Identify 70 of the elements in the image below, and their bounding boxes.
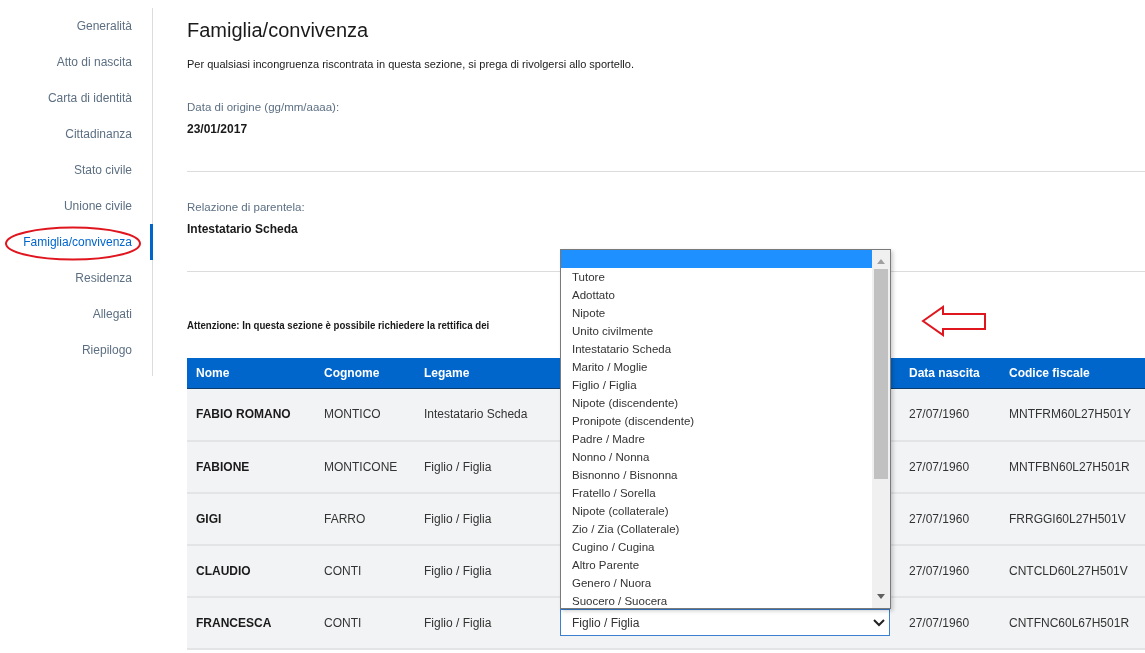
table-cell: 27/07/1960 — [900, 388, 1000, 441]
dropdown-option[interactable]: Marito / Moglie — [561, 358, 872, 376]
sidebar-item[interactable]: Generalità — [0, 8, 152, 44]
relation-select[interactable]: Figlio / Figlia — [560, 609, 890, 636]
table-cell: MONTICO — [315, 388, 415, 441]
sidebar-item[interactable]: Stato civile — [0, 152, 152, 188]
sidebar-item[interactable]: Atto di nascita — [0, 44, 152, 80]
table-cell: 27/07/1960 — [900, 596, 1000, 649]
dropdown-option[interactable]: Nonno / Nonna — [561, 448, 872, 466]
dropdown-option[interactable] — [561, 250, 872, 268]
page-title: Famiglia/convivenza — [187, 18, 370, 42]
warning-text: Attenzione: In questa sezione è possibile richiedere la rettifica dei — [187, 317, 490, 333]
table-cell: 27/07/1960 — [900, 492, 1000, 545]
field-label: Relazione di parentela: — [187, 199, 306, 215]
table-cell: FABIONE — [187, 440, 315, 493]
sidebar-item[interactable]: Allegati — [0, 296, 152, 332]
dropdown-option[interactable]: Pronipote (discendente) — [561, 412, 872, 430]
field-value: Intestatario Scheda — [187, 220, 298, 238]
dropdown-option[interactable]: Nipote (discendente) — [561, 394, 872, 412]
sidebar-item[interactable]: Cittadinanza — [0, 116, 152, 152]
sidebar-item[interactable]: Famiglia/convivenza — [0, 224, 152, 260]
sidebar-item[interactable]: Residenza — [0, 260, 152, 296]
dropdown-option[interactable]: Genero / Nuora — [561, 574, 872, 592]
dropdown-option[interactable]: Tutore — [561, 268, 872, 286]
table-cell: 27/07/1960 — [900, 440, 1000, 493]
sidebar-item[interactable]: Unione civile — [0, 188, 152, 224]
table-cell: Figlio / Figlia — [415, 492, 560, 545]
dropdown-option[interactable]: Figlio / Figlia — [561, 376, 872, 394]
dropdown-option[interactable]: Nipote — [561, 304, 872, 322]
table-cell: FRRGGI60L27H501V — [1000, 492, 1145, 545]
dropdown-option[interactable]: Bisnonno / Bisnonna — [561, 466, 872, 484]
dropdown-option[interactable]: Nipote (collaterale) — [561, 502, 872, 520]
table-cell: Figlio / Figlia — [415, 544, 560, 597]
table-cell: Intestatario Scheda — [415, 388, 560, 441]
field-label: Data di origine (gg/mm/aaaa): — [187, 99, 341, 115]
dropdown-option[interactable]: Adottato — [561, 286, 872, 304]
table-cell: MNTFRM60L27H501Y — [1000, 388, 1145, 441]
table-cell: 27/07/1960 — [900, 544, 1000, 597]
table-cell: FARRO — [315, 492, 415, 545]
column-header: Data nascita — [900, 357, 1000, 389]
sidebar-item[interactable]: Riepilogo — [0, 332, 152, 368]
table-cell: Figlio / Figlia — [415, 596, 560, 649]
dropdown-option[interactable]: Suocero / Suocera — [561, 592, 872, 610]
table-cell: CNTCLD60L27H501V — [1000, 544, 1145, 597]
column-header: Nome — [187, 357, 315, 389]
table-cell: CNTFNC60L67H501R — [1000, 596, 1145, 649]
dropdown-option[interactable]: Padre / Madre — [561, 430, 872, 448]
arrow-icon — [921, 305, 987, 337]
table-cell: MONTICONE — [315, 440, 415, 493]
notice-text: Per qualsiasi incongruenza riscontrata in questa sezione, si prega di rivolgersi allo sportello. — [187, 57, 635, 72]
sidebar-item[interactable]: Carta di identità — [0, 80, 152, 116]
table-cell: GIGI — [187, 492, 315, 545]
table-cell: CLAUDIO — [187, 544, 315, 597]
column-header: Codice fiscale — [1000, 357, 1145, 389]
table-cell: MNTFBN60L27H501R — [1000, 440, 1145, 493]
field-value: 23/01/2017 — [187, 120, 248, 138]
dropdown-option[interactable]: Unito civilmente — [561, 322, 872, 340]
table-cell: Figlio / Figlia — [415, 440, 560, 493]
chevron-down-icon — [873, 618, 885, 627]
dropdown-option[interactable]: Cugino / Cugina — [561, 538, 872, 556]
dropdown-option[interactable]: Zio / Zia (Collaterale) — [561, 520, 872, 538]
table-cell: FABIO ROMANO — [187, 388, 315, 441]
dropdown-option[interactable]: Fratello / Sorella — [561, 484, 872, 502]
table-cell: FRANCESCA — [187, 596, 315, 649]
column-header: Cognome — [315, 357, 415, 389]
table-cell: CONTI — [315, 596, 415, 649]
table-cell: CONTI — [315, 544, 415, 597]
column-header: Legame — [415, 357, 560, 389]
dropdown-option[interactable]: Intestatario Scheda — [561, 340, 872, 358]
dropdown-option[interactable]: Altro Parente — [561, 556, 872, 574]
